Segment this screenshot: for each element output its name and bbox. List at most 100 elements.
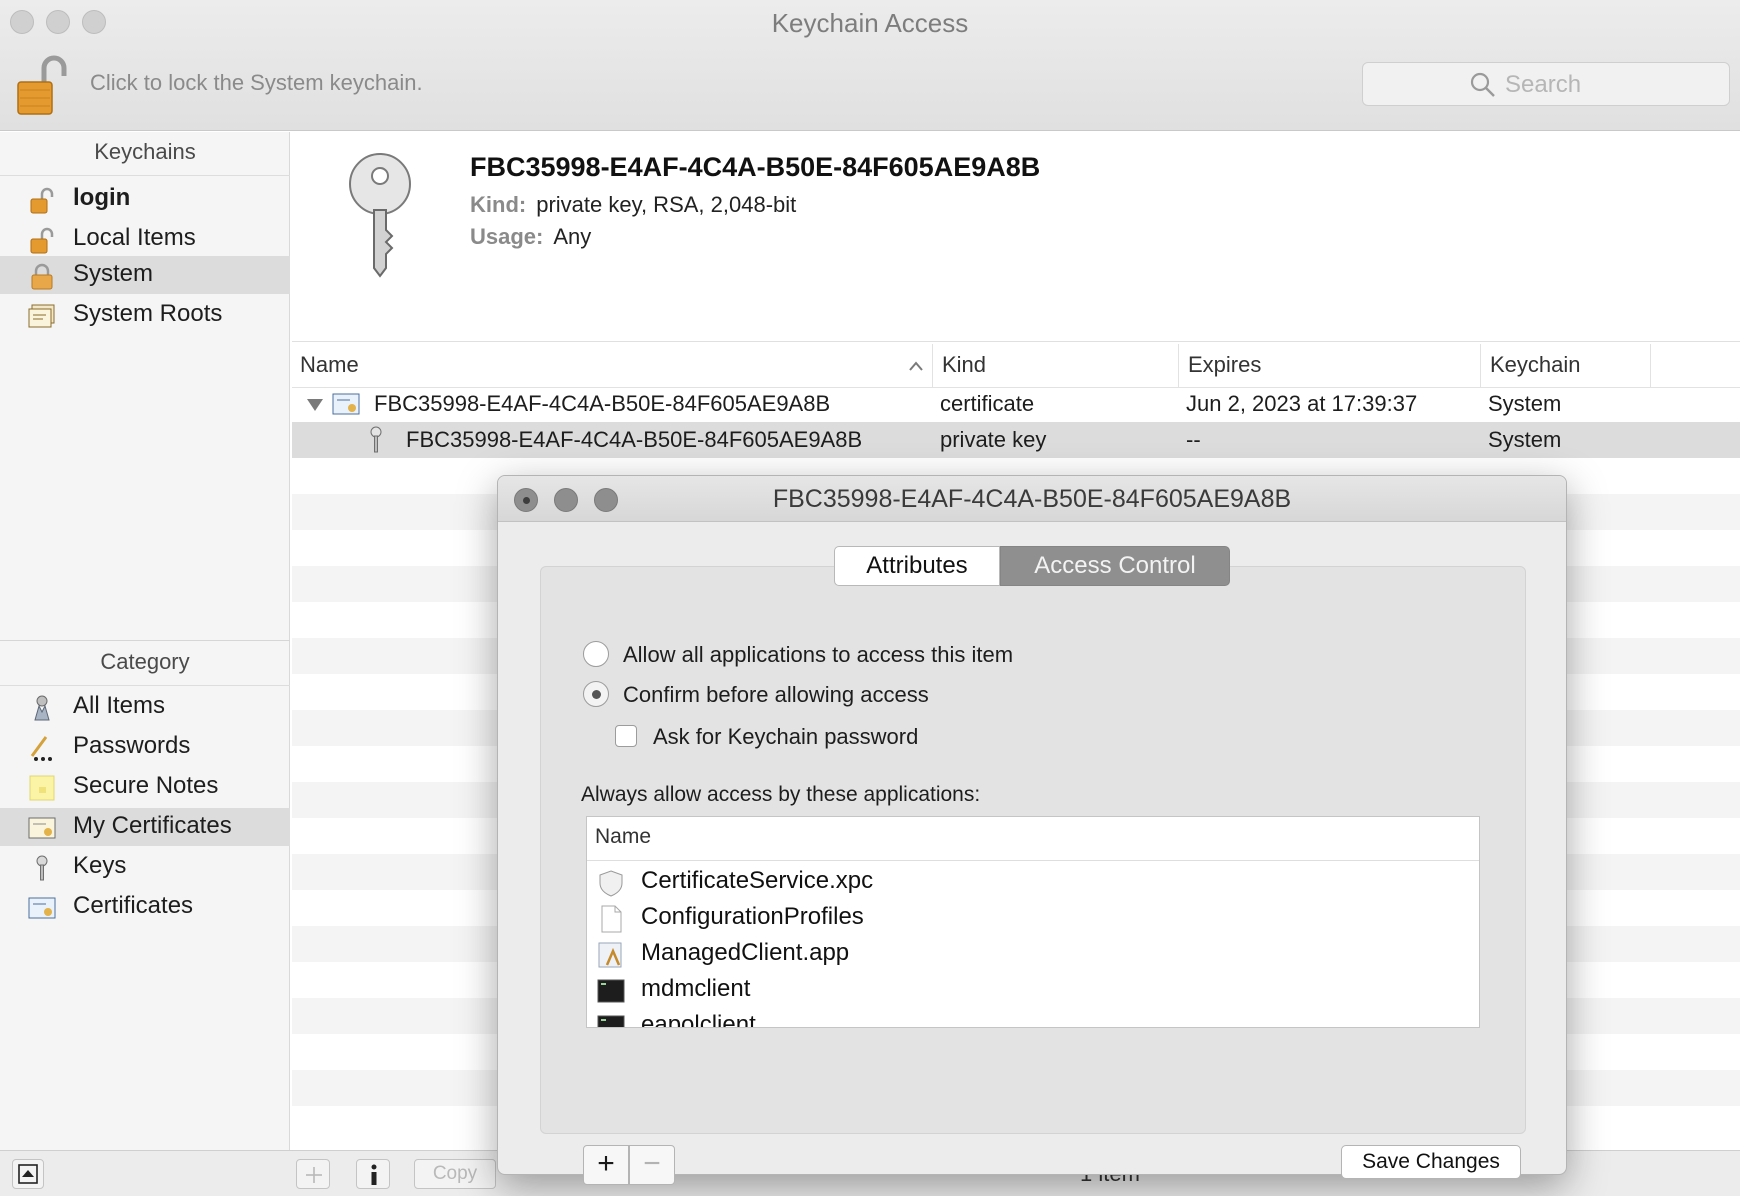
remove-application-button[interactable]: − (629, 1145, 675, 1185)
note-icon (29, 775, 55, 801)
document-icon (601, 905, 622, 933)
tab-access-control[interactable]: Access Control (1000, 546, 1230, 586)
disclosure-triangle-icon[interactable] (306, 398, 324, 412)
apps-list-label: Always allow access by these application… (581, 783, 981, 806)
sidebar-item-certificates[interactable]: Certificates (0, 888, 290, 926)
item-info-dialog: FBC35998-E4AF-4C4A-B50E-84F605AE9A8B All… (497, 475, 1567, 1185)
sidebar-item-label: Keys (73, 852, 127, 879)
column-divider[interactable] (932, 344, 933, 388)
row-keychain: System (1488, 427, 1562, 452)
column-divider[interactable] (1650, 344, 1651, 388)
kind-value: private key, RSA, 2,048-bit (536, 192, 797, 217)
app-label: ManagedClient.app (641, 939, 850, 966)
ask-password-checkbox[interactable] (615, 725, 637, 747)
item-kind-row: Kind: private key, RSA, 2,048-bit (470, 192, 796, 218)
save-changes-button[interactable]: Save Changes (1341, 1145, 1521, 1179)
column-header-keychain[interactable]: Keychain (1490, 352, 1581, 378)
sidebar-item-passwords[interactable]: Passwords (0, 728, 290, 766)
table-row[interactable]: FBC35998-E4AF-4C4A-B50E-84F605AE9A8B pri… (292, 422, 1740, 458)
copy-button[interactable]: Copy (414, 1159, 496, 1189)
column-header-expires[interactable]: Expires (1188, 352, 1261, 378)
list-item[interactable]: mdmclient (587, 973, 1479, 1009)
add-application-button[interactable]: + (583, 1145, 629, 1185)
category-header: Category (0, 642, 290, 686)
terminal-icon (597, 979, 625, 1003)
list-item[interactable]: ManagedClient.app (587, 937, 1479, 973)
column-header-kind[interactable]: Kind (942, 352, 986, 378)
unlocked-padlock-icon (30, 187, 54, 214)
certificate-icon (28, 897, 56, 919)
sidebar-item-all-items[interactable]: All Items (0, 688, 290, 726)
app-label: ConfigurationProfiles (641, 903, 864, 930)
sidebar-item-label: All Items (73, 692, 166, 719)
row-kind: certificate (940, 391, 1035, 416)
sidebar-item-my-certificates[interactable]: My Certificates (0, 808, 290, 846)
list-item[interactable]: eapolclient (587, 1009, 1479, 1028)
toggle-sidebar-button[interactable] (12, 1159, 44, 1189)
sidebar-item-label: Secure Notes (73, 772, 219, 799)
confirm-access-label[interactable]: Confirm before allowing access (623, 682, 929, 708)
allow-all-label[interactable]: Allow all applications to access this it… (623, 642, 1013, 668)
column-divider[interactable] (1480, 344, 1481, 388)
certificate-icon (332, 393, 360, 415)
sidebar-item-label: System Roots (73, 300, 223, 327)
sidebar-item-label: Certificates (73, 892, 194, 919)
sidebar-item-system[interactable]: System (0, 256, 290, 294)
pencil-dots-icon (30, 736, 52, 761)
key-icon (36, 855, 48, 881)
sidebar-item-system-roots[interactable]: System Roots (0, 296, 290, 334)
row-keychain: System (1488, 391, 1562, 416)
search-field[interactable]: Search (1362, 62, 1730, 106)
row-expires: Jun 2, 2023 at 17:39:37 (1186, 391, 1418, 416)
toolbar: Keychain Access Click to lock the System… (0, 0, 1740, 131)
sidebar: Keychains login Local Items System Syste… (0, 132, 290, 1150)
confirm-access-radio[interactable] (583, 681, 609, 707)
app-label: CertificateService.xpc (641, 867, 874, 894)
certificate-icon (28, 817, 56, 839)
column-divider[interactable] (1178, 344, 1179, 388)
search-icon (1470, 72, 1495, 97)
table-row[interactable]: FBC35998-E4AF-4C4A-B50E-84F605AE9A8B cer… (292, 386, 1740, 422)
unlocked-padlock-icon[interactable] (16, 52, 68, 116)
usage-value: Any (553, 224, 592, 249)
sidebar-item-keys[interactable]: Keys (0, 848, 290, 886)
add-item-button[interactable] (296, 1159, 330, 1189)
search-placeholder: Search (1505, 71, 1582, 98)
list-item[interactable]: ConfigurationProfiles (587, 901, 1479, 937)
sidebar-item-local-items[interactable]: Local Items (0, 220, 290, 258)
app-label: eapolclient (641, 1011, 756, 1028)
app-label: mdmclient (641, 975, 751, 1002)
column-header-name[interactable]: Name (300, 352, 359, 378)
item-usage-row: Usage: Any (470, 224, 591, 250)
ask-password-label[interactable]: Ask for Keychain password (653, 724, 918, 750)
get-info-button[interactable] (356, 1159, 390, 1189)
kind-label: Kind: (470, 192, 527, 217)
sidebar-item-login[interactable]: login (0, 180, 290, 218)
table-header: Name Kind Expires Keychain (292, 344, 1740, 388)
tab-attributes[interactable]: Attributes (834, 546, 1000, 586)
lock-status-text[interactable]: Click to lock the System keychain. (90, 70, 423, 96)
row-name: FBC35998-E4AF-4C4A-B50E-84F605AE9A8B (406, 427, 863, 452)
unlocked-padlock-icon (30, 227, 54, 254)
applications-list[interactable]: Name CertificateService.xpc Configuratio… (586, 816, 1480, 1028)
sidebar-item-label: login (73, 184, 131, 211)
eject-icon (18, 1164, 38, 1184)
plus-icon (306, 1167, 322, 1183)
apps-column-name[interactable]: Name (595, 825, 651, 849)
row-name: FBC35998-E4AF-4C4A-B50E-84F605AE9A8B (374, 391, 831, 416)
item-detail-header: FBC35998-E4AF-4C4A-B50E-84F605AE9A8B Kin… (292, 132, 1740, 342)
key-icon (349, 153, 411, 278)
sort-ascending-icon[interactable] (908, 360, 924, 372)
app-icon (598, 942, 622, 968)
sidebar-item-secure-notes[interactable]: Secure Notes (0, 768, 290, 806)
sidebar-item-label: Passwords (73, 732, 191, 759)
window-title: Keychain Access (771, 8, 969, 38)
item-title: FBC35998-E4AF-4C4A-B50E-84F605AE9A8B (470, 152, 1041, 182)
info-icon (371, 1164, 377, 1185)
dialog-titlebar[interactable]: FBC35998-E4AF-4C4A-B50E-84F605AE9A8B (498, 476, 1566, 522)
row-expires: -- (1186, 427, 1201, 452)
allow-all-radio[interactable] (583, 641, 609, 667)
terminal-icon (597, 1015, 625, 1027)
shield-icon (599, 870, 623, 897)
list-item[interactable]: CertificateService.xpc (587, 865, 1479, 901)
